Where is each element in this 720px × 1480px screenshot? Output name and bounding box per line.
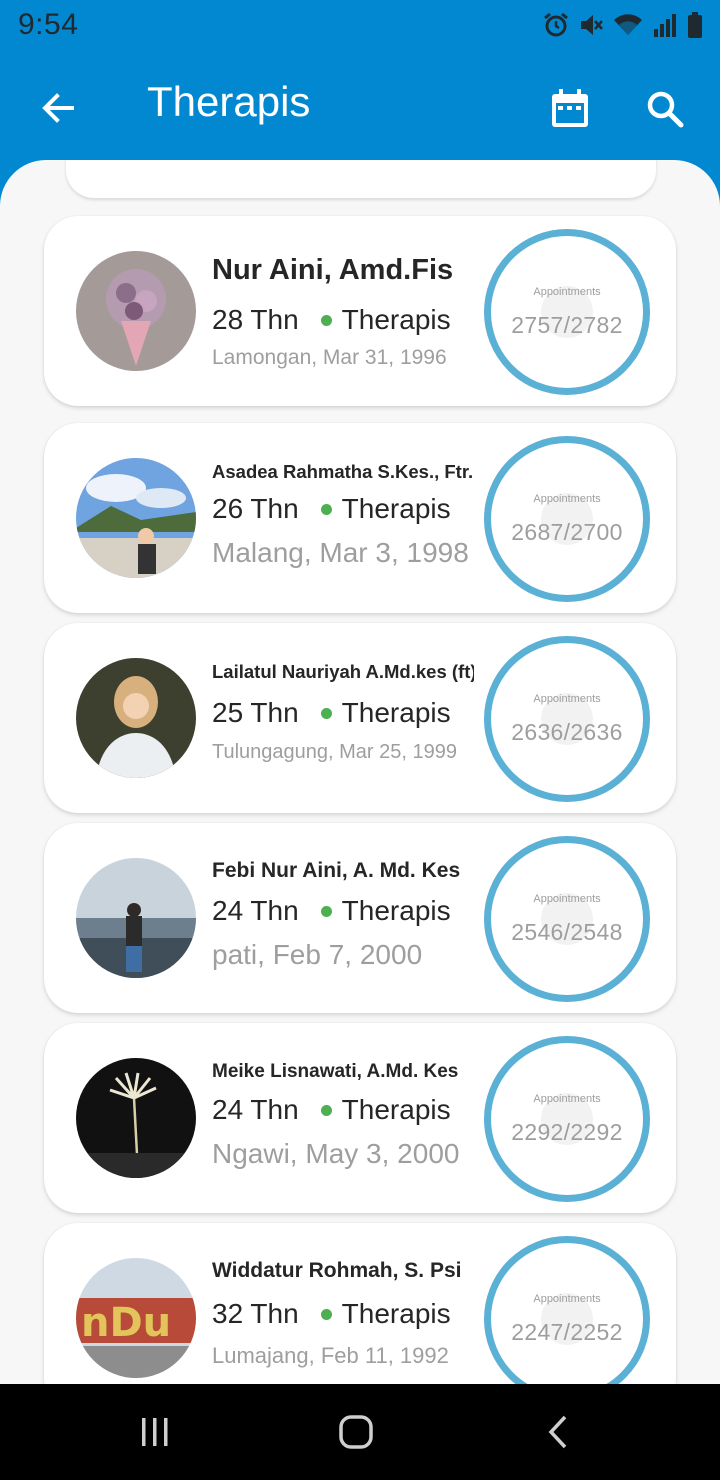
appointments-ring: Appointments 2636/2636 (484, 636, 650, 802)
therapist-card[interactable]: Meike Lisnawati, A.Md. Kes 24 Thn Therap… (44, 1023, 676, 1213)
appointments-count: 2247/2252 (511, 1319, 623, 1345)
therapist-age: 24 Thn (212, 895, 299, 926)
status-dot (320, 905, 332, 917)
appointments-label: Appointments (533, 693, 601, 705)
status-dot (320, 1308, 332, 1320)
mute-icon (578, 11, 604, 39)
therapist-origin: pati, Feb 7, 2000 (212, 939, 423, 970)
therapist-origin: Lamongan, Mar 31, 1996 (212, 346, 447, 369)
therapist-origin: Lumajang, Feb 11, 1992 (212, 1343, 449, 1368)
therapist-name: Lailatul Nauriyah A.Md.kes (ft) (212, 661, 474, 682)
list-item-partial (66, 160, 656, 198)
arrow-back-icon (42, 93, 74, 123)
therapist-age: 28 Thn (212, 304, 299, 335)
status-dot (320, 707, 332, 719)
therapist-origin: Tulungagung, Mar 25, 1999 (212, 741, 457, 763)
therapist-age: 32 Thn (212, 1298, 299, 1329)
therapist-card[interactable]: Nur Aini, Amd.Fis 28 Thn Therapis Lamong… (44, 216, 676, 406)
back-button[interactable] (36, 86, 80, 130)
appointments-count: 2292/2292 (511, 1119, 623, 1145)
therapist-name: Widdatur Rohmah, S. Psi (212, 1259, 462, 1282)
calendar-icon (552, 89, 588, 127)
therapist-age: 24 Thn (212, 1094, 299, 1125)
avatar (76, 1058, 196, 1178)
therapist-card[interactable]: Asadea Rahmatha S.Kes., Ftr. 26 Thn Ther… (44, 423, 676, 613)
svg-text:nDu: nDu (81, 1300, 171, 1346)
therapist-name: Asadea Rahmatha S.Kes., Ftr. (212, 461, 474, 482)
therapist-card[interactable]: Febi Nur Aini, A. Md. Kes 24 Thn Therapi… (44, 823, 676, 1013)
therapist-role: Therapis (341, 697, 451, 728)
status-icons (542, 10, 704, 40)
therapist-meta: 28 Thn Therapis (212, 300, 482, 340)
status-bar: 9:54 (0, 0, 720, 52)
back-icon (548, 1415, 567, 1449)
therapist-meta: 32 Thn Therapis (212, 1294, 482, 1334)
therapist-list[interactable]: Nur Aini, Amd.Fis 28 Thn Therapis Lamong… (0, 160, 720, 1384)
status-dot (320, 314, 332, 326)
therapist-card[interactable]: Lailatul Nauriyah A.Md.kes (ft) 25 Thn T… (44, 623, 676, 813)
appointments-label: Appointments (533, 493, 601, 505)
appointments-count: 2546/2548 (511, 919, 623, 945)
therapist-card[interactable]: nDu Widdatur Rohmah, S. Psi 32 Thn Thera… (44, 1223, 676, 1384)
appointments-count: 2687/2700 (511, 519, 623, 545)
therapist-role: Therapis (341, 895, 451, 926)
home-icon (339, 1415, 373, 1449)
avatar: nDu (76, 1258, 196, 1378)
therapist-name: Febi Nur Aini, A. Md. Kes (212, 859, 461, 882)
home-button[interactable] (326, 1408, 386, 1456)
therapist-role: Therapis (341, 304, 451, 335)
avatar (76, 458, 196, 578)
page-title: Therapis (147, 78, 311, 125)
therapist-age: 26 Thn (212, 493, 299, 524)
therapist-name: Nur Aini, Amd.Fis (212, 254, 454, 286)
appointments-ring: Appointments 2757/2782 (484, 229, 650, 395)
appointments-ring: Appointments 2247/2252 (484, 1236, 650, 1384)
appointments-label: Appointments (533, 286, 601, 298)
search-icon (647, 91, 684, 128)
therapist-meta: 24 Thn Therapis (212, 891, 482, 931)
therapist-meta: 24 Thn Therapis (212, 1090, 482, 1130)
system-nav-bar (0, 1384, 720, 1480)
therapist-meta: 26 Thn Therapis (212, 489, 482, 529)
status-time: 9:54 (18, 8, 79, 41)
appointments-label: Appointments (533, 1293, 601, 1305)
app-bar: Therapis (0, 52, 720, 162)
avatar (76, 658, 196, 778)
search-button[interactable] (642, 86, 688, 132)
therapist-origin: Malang, Mar 3, 1998 (212, 537, 469, 568)
appointments-label: Appointments (533, 1093, 601, 1105)
therapist-role: Therapis (341, 1298, 451, 1329)
appointments-count: 2757/2782 (511, 312, 623, 338)
avatar (76, 858, 196, 978)
battery-icon (686, 11, 704, 39)
therapist-role: Therapis (341, 493, 451, 524)
status-dot (320, 503, 332, 515)
wifi-icon (612, 11, 644, 39)
appointments-ring: Appointments 2546/2548 (484, 836, 650, 1002)
avatar (76, 251, 196, 371)
appointments-ring: Appointments 2292/2292 (484, 1036, 650, 1202)
calendar-button[interactable] (547, 86, 593, 132)
therapist-age: 25 Thn (212, 697, 299, 728)
appointments-label: Appointments (533, 893, 601, 905)
recent-apps-button[interactable] (125, 1408, 185, 1456)
signal-icon (652, 11, 678, 39)
alarm-icon (542, 11, 570, 39)
nav-back-button[interactable] (528, 1408, 588, 1456)
recent-apps-icon (142, 1418, 168, 1446)
therapist-role: Therapis (341, 1094, 451, 1125)
therapist-name: Meike Lisnawati, A.Md. Kes (212, 1061, 459, 1082)
appointments-ring: Appointments 2687/2700 (484, 436, 650, 602)
status-dot (320, 1104, 332, 1116)
appointments-count: 2636/2636 (511, 719, 623, 745)
therapist-meta: 25 Thn Therapis (212, 693, 482, 733)
therapist-origin: Ngawi, May 3, 2000 (212, 1138, 460, 1169)
